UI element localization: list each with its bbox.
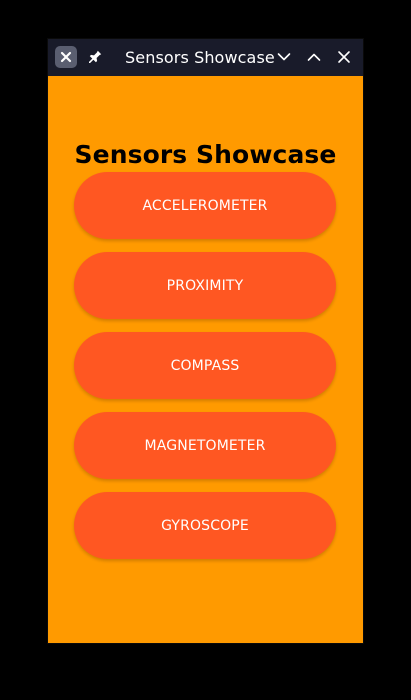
compass-button[interactable]: COMPASS: [74, 332, 336, 399]
app-icon[interactable]: [55, 46, 77, 68]
app-window: Sensors Showcase Sensors Showcase ACCELE…: [48, 39, 363, 643]
close-x-icon: [60, 51, 72, 63]
page-title: Sensors Showcase: [74, 140, 337, 169]
window-title: Sensors Showcase: [125, 48, 275, 67]
chevron-up-icon: [307, 53, 321, 61]
pin-icon: [89, 50, 102, 63]
main-content: Sensors Showcase ACCELEROMETER PROXIMITY…: [48, 76, 363, 643]
magnetometer-button[interactable]: MAGNETOMETER: [74, 412, 336, 479]
chevron-down-icon: [277, 53, 291, 61]
proximity-button[interactable]: PROXIMITY: [74, 252, 336, 319]
title-bar: Sensors Showcase: [48, 39, 363, 76]
accelerometer-button[interactable]: ACCELEROMETER: [74, 172, 336, 239]
close-button[interactable]: [334, 47, 354, 67]
minimize-button[interactable]: [274, 47, 294, 67]
pin-button[interactable]: [86, 48, 104, 66]
maximize-button[interactable]: [304, 47, 324, 67]
close-icon: [338, 51, 350, 63]
gyroscope-button[interactable]: GYROSCOPE: [74, 492, 336, 559]
